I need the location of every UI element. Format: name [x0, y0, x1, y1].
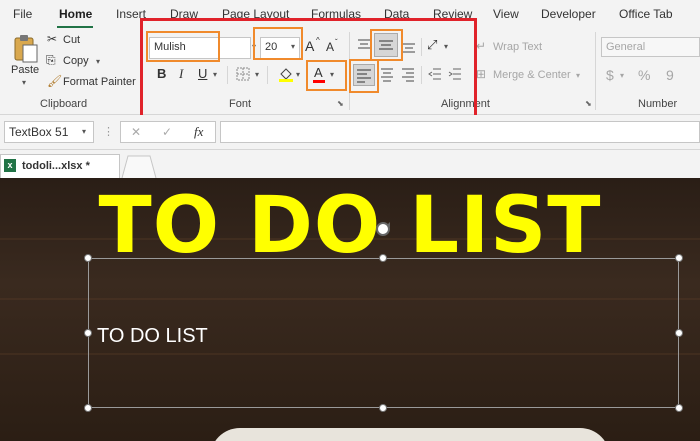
currency-button[interactable]: $: [606, 67, 614, 83]
cut-icon[interactable]: ✂: [47, 32, 57, 46]
font-size-highlight: [253, 27, 303, 60]
workbook-tab-bar: x todoli...xlsx *: [0, 150, 700, 178]
copy-caret-icon[interactable]: ▾: [96, 57, 100, 66]
resize-handle-left[interactable]: [84, 329, 92, 337]
merge-center-icon[interactable]: ⊞: [476, 67, 486, 81]
tab-developer[interactable]: Developer: [541, 7, 596, 21]
resize-handle-top-right[interactable]: [675, 254, 683, 262]
rotate-handle-icon[interactable]: [373, 219, 393, 239]
currency-caret-icon[interactable]: ▾: [620, 71, 624, 80]
wrap-text-button[interactable]: Wrap Text: [493, 41, 542, 53]
copy-icon[interactable]: ⎘: [46, 53, 56, 68]
copy-button[interactable]: Copy: [63, 55, 89, 67]
wrap-text-icon[interactable]: ↵: [476, 39, 486, 53]
enter-button[interactable]: ✓: [162, 125, 172, 139]
insert-function-button[interactable]: fx: [194, 124, 203, 140]
resize-handle-top[interactable]: [379, 254, 387, 262]
clipboard-group-label: Clipboard: [40, 98, 88, 110]
format-painter-icon[interactable]: 🖌: [47, 74, 62, 88]
cut-button[interactable]: Cut: [63, 34, 80, 46]
resize-handle-bottom-left[interactable]: [84, 404, 92, 412]
font-color-highlight: [306, 60, 347, 91]
selected-textbox[interactable]: TO DO LIST: [88, 258, 679, 408]
percent-button[interactable]: %: [638, 67, 650, 83]
tab-home[interactable]: Home: [59, 7, 92, 21]
worksheet-canvas: TO DO LIST TO DO LIST: [0, 178, 700, 441]
formula-bar: TextBox 51 ▾ ⋮ ✕ ✓ fx: [0, 115, 700, 150]
middle-align-highlight: [370, 29, 403, 61]
number-format-dropdown[interactable]: General: [601, 37, 700, 57]
tab-office-tab[interactable]: Office Tab: [619, 7, 673, 21]
textbox-text[interactable]: TO DO LIST: [97, 325, 208, 348]
tab-file[interactable]: File: [13, 7, 32, 21]
tab-view[interactable]: View: [493, 7, 519, 21]
alignment-dialog-launcher-icon[interactable]: ⬊: [585, 99, 592, 108]
font-name-highlight: [146, 31, 220, 62]
name-box-value: TextBox 51: [9, 125, 69, 139]
name-box[interactable]: TextBox 51: [4, 121, 94, 143]
align-left-highlight: [349, 59, 379, 93]
resize-handle-bottom[interactable]: [379, 404, 387, 412]
cancel-button[interactable]: ✕: [131, 125, 141, 139]
resize-handle-top-left[interactable]: [84, 254, 92, 262]
paste-button[interactable]: [10, 34, 44, 64]
new-tab-button[interactable]: [120, 154, 160, 178]
resize-handle-bottom-right[interactable]: [675, 404, 683, 412]
comma-style-button[interactable]: 9: [666, 67, 674, 83]
background-cup: [210, 428, 610, 441]
number-group-label: Number: [638, 98, 678, 110]
workbook-tab-label: todoli...xlsx *: [22, 160, 90, 172]
merge-center-caret-icon[interactable]: ▾: [576, 71, 580, 80]
resize-handle-right[interactable]: [675, 329, 683, 337]
excel-file-icon: x: [4, 159, 16, 172]
name-box-caret-icon[interactable]: ▾: [82, 127, 86, 136]
separator: [595, 32, 596, 110]
paste-label[interactable]: Paste: [11, 64, 39, 76]
paste-icon: [14, 35, 38, 63]
formula-input[interactable]: [220, 121, 700, 143]
paste-caret-icon[interactable]: ▾: [22, 78, 26, 87]
more-options-icon[interactable]: ⋮: [103, 125, 114, 138]
format-painter-button[interactable]: Format Painter: [63, 76, 136, 88]
workbook-tab[interactable]: x todoli...xlsx *: [0, 154, 120, 178]
merge-center-button[interactable]: Merge & Center: [493, 69, 571, 81]
number-format-value: General: [606, 41, 646, 53]
